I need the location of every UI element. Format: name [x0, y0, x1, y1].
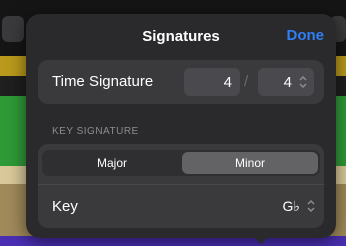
signatures-popover: Signatures Done Time Signature 4 / 4 KEY…: [26, 14, 336, 238]
denominator-value: 4: [283, 74, 292, 91]
segment-minor[interactable]: Minor: [182, 152, 318, 174]
numerator-value: 4: [223, 74, 232, 91]
popover-header: Signatures Done: [26, 14, 336, 60]
done-button[interactable]: Done: [287, 27, 325, 44]
segment-major[interactable]: Major: [44, 152, 180, 174]
divider: [38, 184, 324, 185]
key-value[interactable]: G♭: [283, 198, 301, 215]
time-signature-separator: /: [244, 73, 249, 90]
key-label: Key: [52, 198, 78, 215]
popover-arrow: [253, 236, 269, 244]
key-signature-section-label: KEY SIGNATURE: [52, 126, 139, 137]
time-signature-row: Time Signature 4 / 4: [38, 60, 324, 104]
time-signature-numerator-field[interactable]: 4: [184, 68, 240, 96]
mode-segmented-control: Major Minor: [42, 150, 320, 176]
chevron-up-down-icon[interactable]: [306, 199, 316, 213]
time-signature-denominator-picker[interactable]: 4: [258, 68, 314, 96]
background-button: [2, 16, 24, 42]
time-signature-label: Time Signature: [52, 73, 154, 90]
key-signature-card: Major Minor Key G♭: [38, 144, 324, 228]
chevron-up-down-icon: [299, 76, 307, 88]
